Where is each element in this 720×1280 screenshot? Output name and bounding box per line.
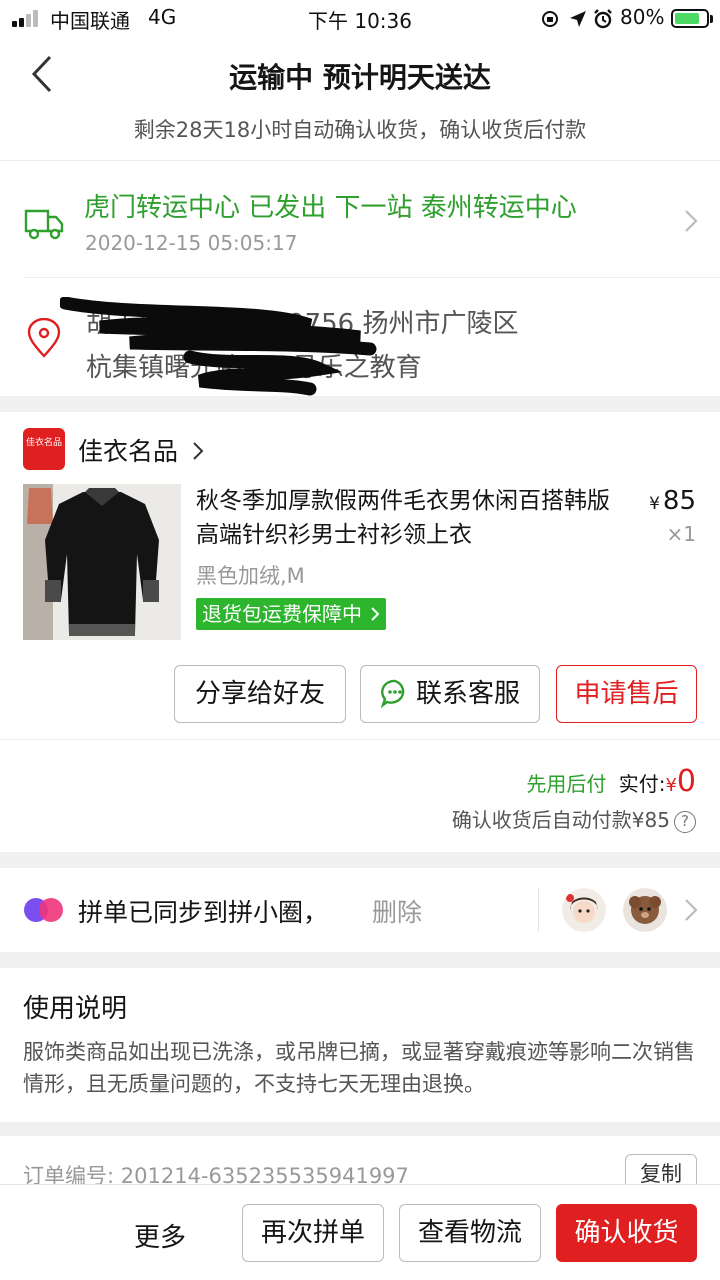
alarm-icon xyxy=(594,9,612,29)
product-price: ¥85 xyxy=(649,486,696,516)
order-goods-card: 佳衣名品 佳衣名品 秋冬季加厚款假两件毛衣男休闲百搭韩版高端针织衫男士衬衫领上衣… xyxy=(0,412,720,852)
location-arrow-icon xyxy=(570,11,586,27)
circle-delete-link[interactable]: 删除 xyxy=(372,893,422,929)
auto-pay-note: 确认收货后自动付款¥85? xyxy=(452,804,696,833)
instructions-body: 服饰类商品如出现已洗涤，或吊牌已摘，或显著穿戴痕迹等影响二次销售情形，且无质量问… xyxy=(23,1040,695,1096)
track-logistics-button[interactable]: 查看物流 xyxy=(399,1204,541,1262)
usage-instructions: 使用说明 服饰类商品如出现已洗涤，或吊牌已摘，或显著穿戴痕迹等影响二次销售情形，… xyxy=(0,968,720,1122)
product-quantity: ×1 xyxy=(666,522,696,546)
carrier-label: 中国联通 xyxy=(50,9,130,33)
confirm-receipt-button[interactable]: 确认收货 xyxy=(556,1204,697,1262)
page-header: 运输中 预计明天送达 剩余28天18小时自动确认收货，确认收货后付款 xyxy=(0,36,720,160)
logistics-status: 虎门转运中心 已发出 下一站 泰州转运中心 xyxy=(84,193,577,223)
signal-icon xyxy=(12,9,42,27)
instructions-title: 使用说明 xyxy=(23,994,128,1024)
shop-name[interactable]: 佳衣名品 xyxy=(78,432,206,468)
paid-amount: 0 xyxy=(676,764,696,799)
reorder-button[interactable]: 再次拼单 xyxy=(242,1204,384,1262)
circle-sync-text: 拼单已同步到拼小圈， xyxy=(78,898,329,927)
truck-icon xyxy=(24,209,64,240)
help-icon[interactable]: ? xyxy=(674,811,696,833)
share-button[interactable]: 分享给好友 xyxy=(174,665,346,723)
battery-icon xyxy=(671,9,713,28)
pinxiaoquan-logo-icon xyxy=(24,898,63,922)
bottom-action-bar: 更多 再次拼单 查看物流 确认收货 xyxy=(0,1184,720,1280)
payment-summary: 先用后付 实付:¥0 xyxy=(526,764,696,799)
auto-confirm-note: 剩余28天18小时自动确认收货，确认收货后付款 xyxy=(133,118,587,142)
divider xyxy=(0,739,720,740)
paid-label: 实付: xyxy=(618,772,666,796)
more-button[interactable]: 更多 xyxy=(134,1217,186,1254)
network-label: 4G xyxy=(148,5,177,29)
orientation-lock-icon xyxy=(542,11,558,27)
chevron-right-icon xyxy=(371,607,380,621)
logistics-card[interactable]: 虎门转运中心 已发出 下一站 泰州转运中心 2020-12-15 05:05:1… xyxy=(0,160,720,396)
chevron-right-icon xyxy=(685,899,698,921)
return-shipping-badge[interactable]: 退货包运费保障中 xyxy=(196,598,387,630)
logistics-time: 2020-12-15 05:05:17 xyxy=(85,231,298,255)
chat-bubble-icon xyxy=(380,679,405,709)
clock: 下午 10:36 xyxy=(308,9,412,33)
chevron-right-icon xyxy=(685,210,698,232)
contact-service-button[interactable]: 联系客服 xyxy=(360,665,540,723)
divider xyxy=(538,888,539,932)
battery-percent: 80% xyxy=(620,5,665,29)
after-sale-button[interactable]: 申请售后 xyxy=(556,665,697,723)
divider xyxy=(24,277,720,278)
chevron-right-icon xyxy=(193,442,204,460)
product-title[interactable]: 秋冬季加厚款假两件毛衣男休闲百搭韩版高端针织衫男士衬衫领上衣 xyxy=(196,484,626,552)
product-thumbnail[interactable] xyxy=(23,484,181,640)
pay-later-label: 先用后付 xyxy=(526,772,607,796)
product-sku: 黑色加绒,M xyxy=(196,564,305,588)
location-pin-icon xyxy=(27,318,61,358)
group-circle-row[interactable]: 拼单已同步到拼小圈， 删除 xyxy=(0,868,720,952)
avatar[interactable] xyxy=(562,888,606,932)
shop-logo[interactable]: 佳衣名品 xyxy=(23,428,65,470)
page-title: 运输中 预计明天送达 xyxy=(229,61,491,94)
redaction-scribble xyxy=(60,297,377,396)
avatar[interactable] xyxy=(623,888,667,932)
status-bar: 中国联通 4G 下午 10:36 80% xyxy=(0,0,720,36)
